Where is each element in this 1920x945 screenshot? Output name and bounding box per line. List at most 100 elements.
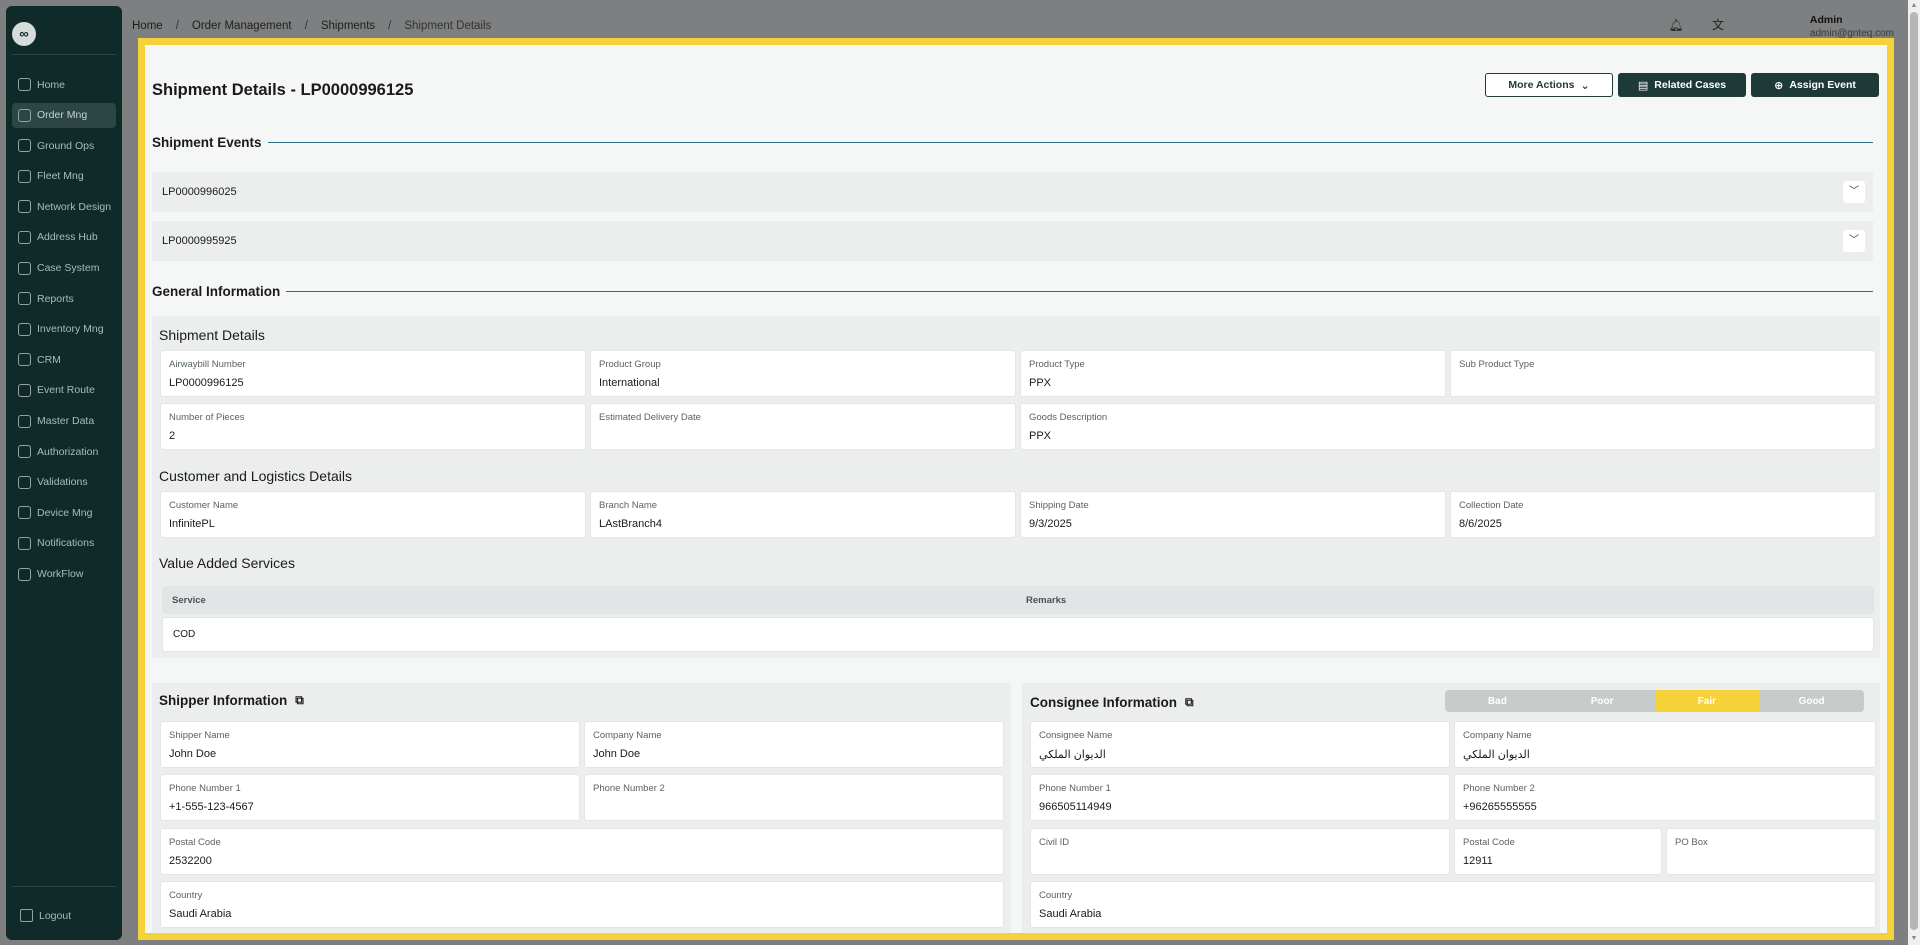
consignee-name-field: Consignee Name الديوان الملكي	[1030, 721, 1450, 768]
consignee-rating: Bad Poor Fair Good	[1445, 690, 1864, 712]
rating-poor[interactable]: Poor	[1549, 690, 1655, 712]
chevron-down-icon[interactable]: ﹀	[1843, 181, 1865, 203]
box-icon[interactable]: ⧉	[1185, 695, 1194, 710]
divider	[12, 886, 116, 887]
related-cases-button[interactable]: ▤ Related Cases	[1618, 73, 1746, 97]
breadcrumb-current: Shipment Details	[404, 20, 492, 32]
field-label: Consignee Name	[1039, 730, 1113, 741]
sidebar-item-crm[interactable]: CRM	[12, 347, 116, 372]
sidebar-item-fleet-mng[interactable]: Fleet Mng	[12, 164, 116, 189]
sidebar-item-device-mng[interactable]: Device Mng	[12, 500, 116, 525]
field-label: Branch Name	[599, 500, 658, 511]
sidebar-item-label: Authorization	[37, 445, 99, 458]
card-title-text: Consignee Information	[1030, 695, 1178, 710]
breadcrumb: Home / Order Management / Shipments / Shipm…	[132, 20, 491, 32]
order-icon	[18, 108, 31, 122]
app-logo[interactable]: ∞	[12, 22, 36, 46]
sidebar-item-ground-ops[interactable]: Ground Ops	[12, 133, 116, 158]
event-accordion[interactable]: LP0000996025 ﹀	[152, 172, 1873, 212]
field-label: Company Name	[1463, 730, 1532, 741]
bell-icon[interactable]: 🔔︎	[1668, 17, 1684, 33]
consignee-heading: Consignee Information ⧉	[1030, 695, 1194, 710]
sidebar-item-validations[interactable]: Validations	[12, 470, 116, 495]
bell-icon	[18, 536, 31, 550]
sidebar-item-address-hub[interactable]: Address Hub	[12, 225, 116, 250]
section-line	[267, 142, 1873, 143]
field-value: 966505114949	[1039, 801, 1112, 813]
field-label: Postal Code	[1463, 837, 1515, 848]
field-value: Saudi Arabia	[169, 908, 232, 920]
field-label: Phone Number 1	[1039, 783, 1111, 794]
divider	[12, 54, 116, 55]
breadcrumb-order-management[interactable]: Order Management	[192, 20, 292, 32]
field-value: Saudi Arabia	[1039, 908, 1102, 920]
logout-label: Logout	[39, 909, 72, 922]
sidebar-item-reports[interactable]: Reports	[12, 286, 116, 311]
field-label: Shipping Date	[1029, 500, 1089, 511]
sidebar-item-label: Notifications	[37, 537, 95, 550]
assign-event-button[interactable]: ⊕ Assign Event	[1751, 73, 1879, 97]
field-value: PPX	[1029, 430, 1052, 442]
sidebar-item-network-design[interactable]: Network Design	[12, 194, 116, 219]
field-label: Country	[1039, 890, 1073, 901]
shipper-heading: Shipper Information ⧉	[159, 693, 304, 708]
box-icon[interactable]: ⧉	[295, 693, 304, 708]
rating-bad[interactable]: Bad	[1445, 690, 1550, 712]
event-accordion[interactable]: LP0000995925 ﹀	[152, 221, 1873, 261]
sidebar-item-inventory-mng[interactable]: Inventory Mng	[12, 317, 116, 342]
network-icon	[18, 200, 31, 214]
more-actions-button[interactable]: More Actions ⌄	[1485, 73, 1613, 97]
scroll-down-icon[interactable]: ▼	[1910, 935, 1918, 943]
users-icon	[18, 445, 31, 459]
sidebar-item-label: Ground Ops	[37, 139, 95, 152]
translate-icon[interactable]: 文	[1710, 17, 1726, 33]
field-label: Number of Pieces	[169, 412, 245, 423]
breadcrumb-shipments[interactable]: Shipments	[321, 20, 375, 32]
sidebar-item-workflow[interactable]: WorkFlow	[12, 562, 116, 587]
section-line	[286, 291, 1873, 292]
field-label: Civil ID	[1039, 837, 1070, 848]
field-label: Collection Date	[1459, 500, 1524, 511]
sidebar-item-notifications[interactable]: Notifications	[12, 531, 116, 556]
field-value: 9/3/2025	[1029, 518, 1072, 530]
breadcrumb-separator: /	[304, 20, 308, 32]
sidebar-item-case-system[interactable]: Case System	[12, 256, 116, 281]
logout-icon	[20, 909, 33, 922]
user-menu[interactable]: Admin admin@gnteq.com	[1810, 14, 1894, 39]
rating-good[interactable]: Good	[1759, 690, 1864, 712]
collection-date-field: Collection Date 8/6/2025	[1450, 491, 1876, 538]
sidebar-item-authorization[interactable]: Authorization	[12, 439, 116, 464]
sidebar-item-order-mng[interactable]: Order Mng	[12, 102, 116, 128]
number-of-pieces-field: Number of Pieces 2	[160, 403, 586, 450]
airwaybill-field: Airwaybill Number LP0000996125	[160, 350, 586, 397]
scrollbar-thumb[interactable]	[1910, 12, 1918, 930]
field-value: International	[599, 377, 660, 389]
truck-icon	[18, 169, 31, 183]
section-title: General Information	[152, 284, 281, 299]
sidebar-item-event-route[interactable]: Event Route	[12, 378, 116, 403]
product-type-field: Product Type PPX	[1020, 350, 1446, 397]
field-label: Customer Name	[169, 500, 239, 511]
sidebar-item-master-data[interactable]: Master Data	[12, 409, 116, 434]
sidebar-item-label: CRM	[37, 353, 61, 366]
shipper-phone2-field: Phone Number 2	[584, 774, 1004, 821]
validation-icon	[18, 475, 31, 489]
rating-fair[interactable]: Fair	[1654, 690, 1760, 712]
home-icon	[18, 78, 31, 91]
shipment-details-heading: Shipment Details	[159, 327, 265, 343]
shipper-postal-code-field: Postal Code 2532200	[160, 828, 1004, 875]
event-id: LP0000996025	[162, 186, 237, 198]
workflow-icon	[18, 567, 31, 581]
breadcrumb-home[interactable]: Home	[132, 20, 163, 32]
field-label: Company Name	[593, 730, 662, 741]
sidebar-item-home[interactable]: Home	[12, 72, 116, 97]
page-scrollbar[interactable]: ▲ ▼	[1908, 0, 1920, 945]
shipment-events-header: Shipment Events	[152, 135, 1873, 150]
consignee-po-box-field: PO Box	[1666, 828, 1876, 875]
chevron-down-icon[interactable]: ﹀	[1843, 230, 1865, 252]
field-label: Airwaybill Number	[169, 359, 246, 370]
scroll-up-icon[interactable]: ▲	[1910, 2, 1918, 10]
related-cases-label: Related Cases	[1654, 79, 1727, 91]
logout-button[interactable]: Logout	[20, 909, 71, 922]
field-value: 2532200	[169, 855, 212, 867]
